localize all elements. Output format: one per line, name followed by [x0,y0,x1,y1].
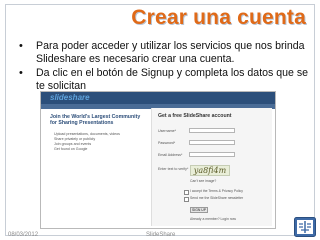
signup-button[interactable]: SIGN UP [190,207,208,213]
slideshare-logo: slideshare [50,93,90,102]
signup-screenshot: slideshare Join the World's Largest Comm… [40,91,276,229]
username-field[interactable] [189,128,235,133]
newsletter-label: Send me the SlideShare newsletter [190,196,244,200]
bullet-dot-icon: • [19,40,23,52]
terms-checkbox[interactable] [184,190,189,195]
form-title: Get a free SlideShare account [158,113,232,119]
captcha-image: ya8fi4m [190,165,230,176]
slide: Crear una cuenta • Para poder acceder y … [0,0,320,240]
login-link[interactable]: Already a member? Login now [190,217,236,221]
email-label: Email Address* [158,153,183,157]
signup-form: Get a free SlideShare account Username* … [151,108,272,226]
bullet-item: • Da clic en el botón de Signup y comple… [19,67,309,92]
bullet-text: Da clic en el botón de Signup y completa… [36,67,309,92]
password-field[interactable] [189,140,235,145]
feature-list: Upload presentations, documents, videos … [54,132,144,152]
bullet-item: • Para poder acceder y utilizar los serv… [19,40,309,65]
bullet-dot-icon: • [19,67,23,79]
site-header: slideshare [41,92,275,104]
verify-label: Enter text to verify* [158,167,189,171]
footer-date: 08/03/2012 [8,232,39,238]
newsletter-checkbox[interactable] [184,197,189,202]
password-label: Password* [158,141,176,145]
email-field[interactable] [189,152,235,157]
terms-label: I accept the Terms & Privacy Policy [190,189,243,193]
username-label: Username* [158,129,176,133]
feature-item: Get found on Google [54,147,88,151]
bullet-text: Para poder acceder y utilizar los servic… [36,40,305,65]
bullet-list: • Para poder acceder y utilizar los serv… [19,40,309,94]
site-tagline: Join the World's Largest Community for S… [50,114,141,127]
slide-title: Crear una cuenta [131,6,306,29]
footer-text: SlideShare [146,232,176,238]
cant-see-link[interactable]: Can't see image? [190,179,216,183]
institution-logo-icon [294,217,316,237]
